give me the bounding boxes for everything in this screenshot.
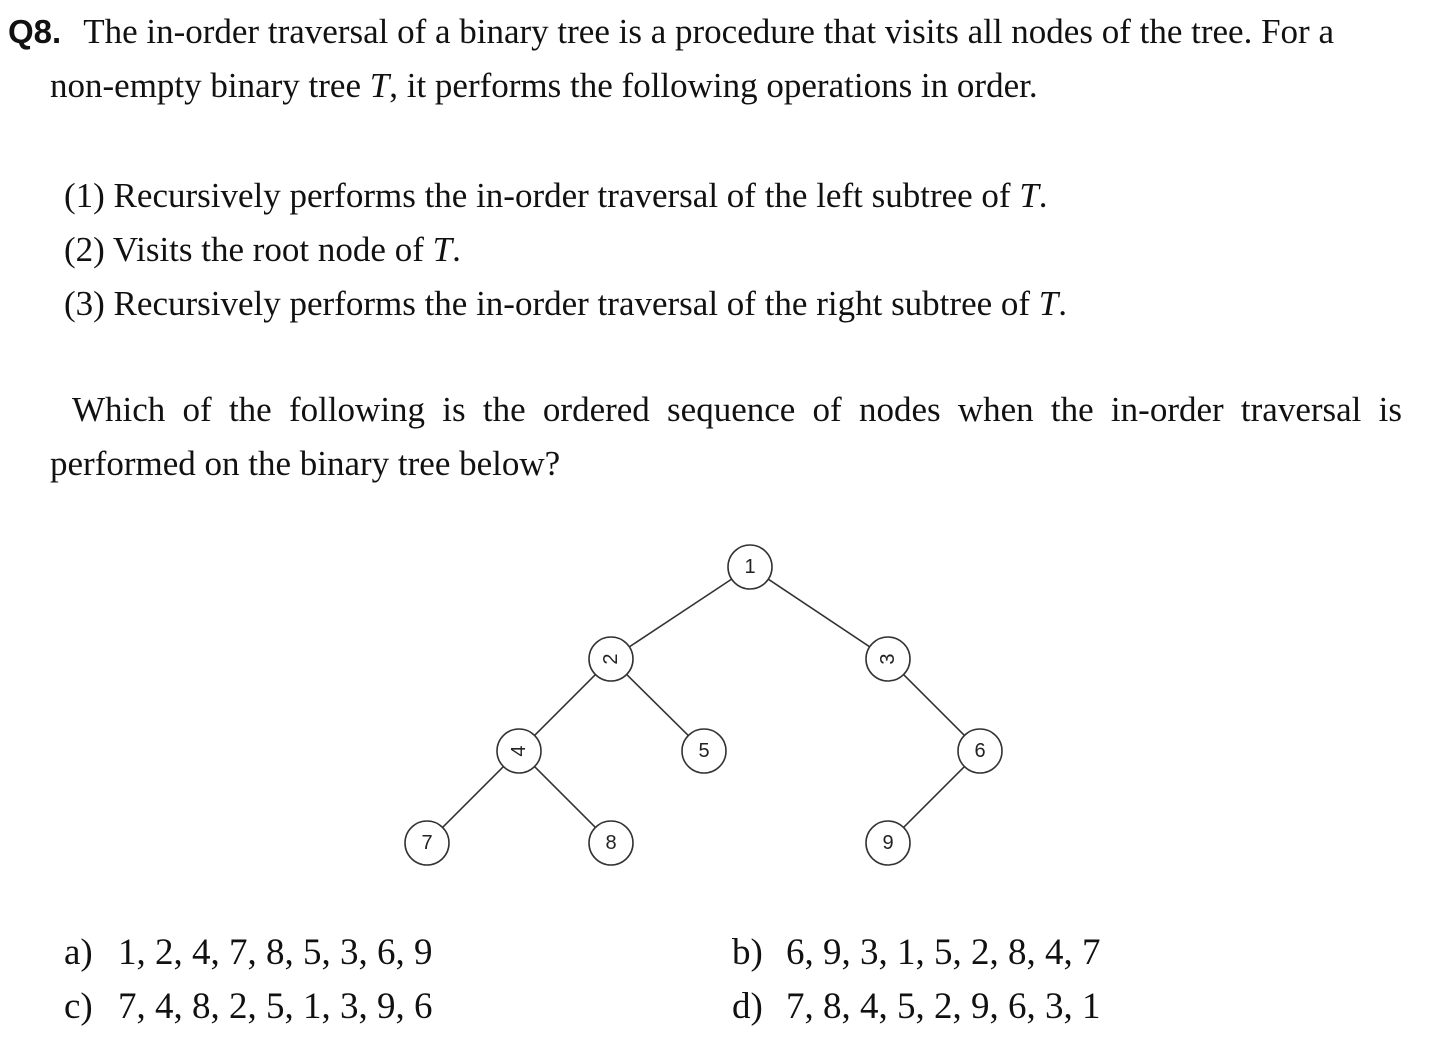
tree-nodes: 1 2 3 4 5 6 7 8 9	[404, 544, 1003, 866]
tree-node-6: 6	[957, 728, 1003, 774]
option-a[interactable]: a) 1, 2, 4, 7, 8, 5, 3, 6, 9	[64, 932, 433, 974]
tree-node-2: 2	[588, 636, 634, 682]
tree-node-label: 3	[877, 653, 899, 664]
tree-edge-4-8	[533, 765, 597, 829]
tree-edge-2-5	[626, 673, 689, 737]
tree-node-label: 6	[974, 740, 985, 762]
tree-edge-1-2	[628, 578, 733, 648]
tree-node-4: 4	[496, 728, 542, 774]
tree-node-label: 5	[698, 740, 709, 762]
tree-node-5: 5	[681, 728, 727, 774]
option-value: 7, 4, 8, 2, 5, 1, 3, 9, 6	[118, 986, 433, 1027]
tree-node-label: 2	[600, 653, 622, 664]
tree-node-label: 8	[605, 832, 616, 854]
option-value: 7, 8, 4, 5, 2, 9, 6, 3, 1	[786, 986, 1101, 1027]
option-d[interactable]: d) 7, 8, 4, 5, 2, 9, 6, 3, 1	[732, 986, 1101, 1028]
option-b[interactable]: b) 6, 9, 3, 1, 5, 2, 8, 4, 7	[732, 932, 1101, 974]
tree-node-9: 9	[865, 820, 911, 866]
tree-edges	[441, 578, 966, 829]
tree-edge-2-4	[533, 673, 597, 737]
tree-edge-1-3	[767, 578, 871, 648]
tree-node-label: 4	[508, 745, 530, 756]
option-label: b)	[732, 932, 763, 973]
tree-node-label: 1	[744, 556, 755, 578]
option-label: c)	[64, 986, 93, 1027]
tree-node-8: 8	[588, 820, 634, 866]
tree-node-1: 1	[727, 544, 773, 590]
tree-node-label: 9	[882, 832, 893, 854]
tree-edge-6-9	[902, 765, 966, 829]
binary-tree-diagram: 1 2 3 4 5 6 7 8 9	[404, 544, 1003, 866]
option-value: 1, 2, 4, 7, 8, 5, 3, 6, 9	[118, 932, 433, 973]
option-label: d)	[732, 986, 763, 1027]
tree-node-3: 3	[865, 636, 911, 682]
option-value: 6, 9, 3, 1, 5, 2, 8, 4, 7	[786, 932, 1101, 973]
option-c[interactable]: c) 7, 4, 8, 2, 5, 1, 3, 9, 6	[64, 986, 433, 1028]
option-label: a)	[64, 932, 93, 973]
tree-edge-4-7	[441, 765, 505, 829]
tree-node-label: 7	[421, 832, 432, 854]
tree-node-7: 7	[404, 820, 450, 866]
tree-edge-3-6	[902, 673, 966, 737]
